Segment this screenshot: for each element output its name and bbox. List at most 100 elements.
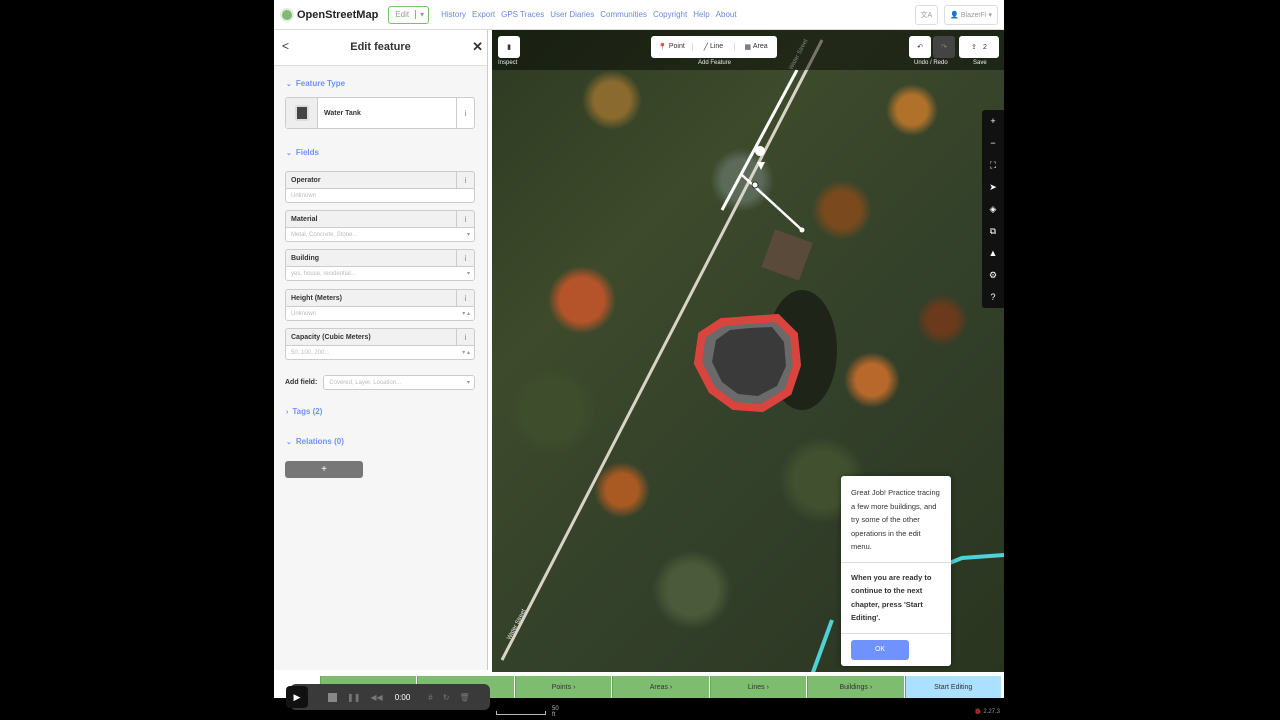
info-icon[interactable]: i	[456, 250, 474, 266]
background-layers-icon[interactable]: ◈	[982, 198, 1004, 220]
pause-icon[interactable]: ❚❚	[347, 693, 360, 702]
nav-link-communities[interactable]: Communities	[600, 10, 647, 19]
info-icon[interactable]: i	[456, 98, 474, 128]
osm-logo[interactable]: OpenStreetMap	[280, 7, 379, 22]
geolocate-icon[interactable]: ➤	[982, 176, 1004, 198]
redo-button[interactable]: ↷	[933, 36, 955, 58]
field-input[interactable]: yes, house, residential... ▾	[285, 266, 475, 281]
chevron-down-icon: ⌄	[286, 150, 292, 157]
water-tank-icon	[286, 98, 318, 128]
line-icon: ╱	[703, 44, 709, 51]
field-input[interactable]: Metal, Concrete, Stone... ▾	[285, 227, 475, 242]
field-label-text: Height (Meters)	[291, 294, 342, 302]
add-line-button[interactable]: ╱ Line	[693, 43, 735, 51]
info-icon[interactable]: i	[456, 329, 474, 345]
redo-icon: ↷	[941, 44, 947, 51]
field-input[interactable]: Unknown ▾ ▴	[285, 306, 475, 321]
footway-branch-line[interactable]	[741, 174, 803, 231]
street-label: Water Street	[506, 608, 527, 641]
save-button[interactable]: ⇪ 2	[959, 36, 999, 58]
save-label: Save	[973, 60, 987, 66]
info-icon[interactable]: i	[456, 290, 474, 306]
scale-line	[496, 711, 546, 715]
cyan-path-line-2[interactable]	[792, 619, 834, 672]
section-tags-label: Tags (2)	[292, 407, 323, 416]
info-icon[interactable]: i	[456, 172, 474, 188]
stop-icon[interactable]	[328, 692, 337, 702]
map-data-icon[interactable]: ⧉	[982, 220, 1004, 242]
chevron-down-icon[interactable]: ▾	[467, 270, 470, 277]
logo-text: OpenStreetMap	[297, 8, 379, 21]
recording-time: 0:00	[394, 692, 411, 702]
trash-icon[interactable]: 🗑	[459, 693, 469, 702]
footway-line[interactable]	[720, 69, 799, 211]
field: Capacity (Cubic Meters) i 50, 100, 200... ▾…	[285, 328, 475, 360]
info-icon[interactable]: i	[456, 211, 474, 227]
camera-icon[interactable]: ▶	[286, 686, 308, 708]
user-menu[interactable]: 👤 BlazerFi ▾	[944, 5, 998, 25]
edit-button[interactable]: Edit ▾	[388, 5, 430, 24]
zoom-to-selection-icon[interactable]: ⛶	[982, 154, 1004, 176]
field: Building i yes, house, residential... ▾	[285, 249, 475, 281]
issues-icon[interactable]: ▲	[982, 242, 1004, 264]
chapter-points[interactable]: Points ›	[514, 676, 612, 698]
chapter-buildings[interactable]: Buildings ›	[807, 676, 904, 698]
section-tags[interactable]: › Tags (2)	[286, 407, 322, 416]
field-label-text: Building	[291, 254, 319, 262]
nav-link-help[interactable]: Help	[693, 10, 709, 19]
tooltip-instruction: When you are ready to continue to the ne…	[841, 563, 951, 634]
field-input[interactable]: Unknown	[285, 188, 475, 203]
restart-icon[interactable]: ↻	[443, 693, 450, 702]
add-field-input[interactable]: Covered, Layer, Location... ▾	[323, 375, 475, 390]
chevron-down-icon: ⌄	[286, 81, 292, 88]
zoom-out-icon[interactable]: −	[982, 132, 1004, 154]
stepper-icon[interactable]: ▾ ▴	[462, 349, 470, 356]
nav-link-gps-traces[interactable]: GPS Traces	[501, 10, 544, 19]
section-fields-label: Fields	[295, 148, 319, 157]
chevron-down-icon[interactable]: ▾	[415, 10, 428, 19]
zoom-in-icon[interactable]: +	[982, 110, 1004, 132]
ok-button[interactable]: OK	[851, 639, 909, 660]
grid-icon[interactable]: #	[428, 693, 432, 702]
chapter-areas[interactable]: Areas ›	[612, 676, 709, 698]
add-relation-button[interactable]: +	[285, 461, 363, 478]
section-relations[interactable]: ⌄ Relations (0)	[286, 437, 344, 446]
chevron-down-icon: ⌄	[286, 439, 292, 446]
vertex-node[interactable]	[751, 181, 759, 189]
field-placeholder: 50, 100, 200...	[291, 349, 330, 356]
feature-type-selector[interactable]: Water Tank i	[285, 97, 475, 129]
stepper-icon[interactable]: ▾ ▴	[462, 310, 470, 317]
sidebar-header: < Edit feature ✕	[274, 30, 487, 66]
language-button[interactable]: 文A	[914, 5, 939, 25]
bug-icon[interactable]: 🐞	[974, 709, 983, 715]
inspect-button[interactable]: ▮	[498, 36, 520, 58]
nav-link-user-diaries[interactable]: User Diaries	[550, 10, 594, 19]
section-fields[interactable]: ⌄ Fields	[286, 148, 319, 157]
chevron-down-icon[interactable]: ▾	[467, 231, 470, 238]
walkthrough-tooltip: Great Job! Practice tracing a few more b…	[841, 476, 951, 666]
nav-link-copyright[interactable]: Copyright	[653, 10, 687, 19]
feature-type-name: Water Tank	[324, 109, 361, 117]
nav-right: 文A 👤 BlazerFi ▾	[914, 5, 998, 25]
help-icon[interactable]: ?	[982, 286, 1004, 308]
field-input[interactable]: 50, 100, 200... ▾ ▴	[285, 345, 475, 360]
start-editing-button[interactable]: Start Editing	[904, 676, 1001, 698]
nav-link-about[interactable]: About	[716, 10, 737, 19]
add-area-button[interactable]: ▦ Area	[735, 43, 777, 51]
field-label: Capacity (Cubic Meters) i	[285, 328, 475, 345]
field-label: Height (Meters) i	[285, 289, 475, 306]
preferences-icon[interactable]: ⚙	[982, 264, 1004, 286]
nav-link-history[interactable]: History	[441, 10, 466, 19]
field-placeholder: Metal, Concrete, Stone...	[291, 231, 358, 238]
section-feature-type[interactable]: ⌄ Feature Type	[286, 79, 345, 88]
add-point-label: Point	[668, 43, 685, 50]
close-icon[interactable]: ✕	[472, 39, 483, 55]
vertex-node[interactable]	[799, 227, 805, 233]
rewind-icon[interactable]: ◀◀	[370, 693, 382, 702]
undo-button[interactable]: ↶	[909, 36, 931, 58]
chapter-lines[interactable]: Lines ›	[709, 676, 807, 698]
save-count: 2	[982, 43, 987, 51]
nav-link-export[interactable]: Export	[472, 10, 495, 19]
add-point-button[interactable]: 📍 Point	[651, 43, 693, 51]
field-label: Operator i	[285, 171, 475, 188]
